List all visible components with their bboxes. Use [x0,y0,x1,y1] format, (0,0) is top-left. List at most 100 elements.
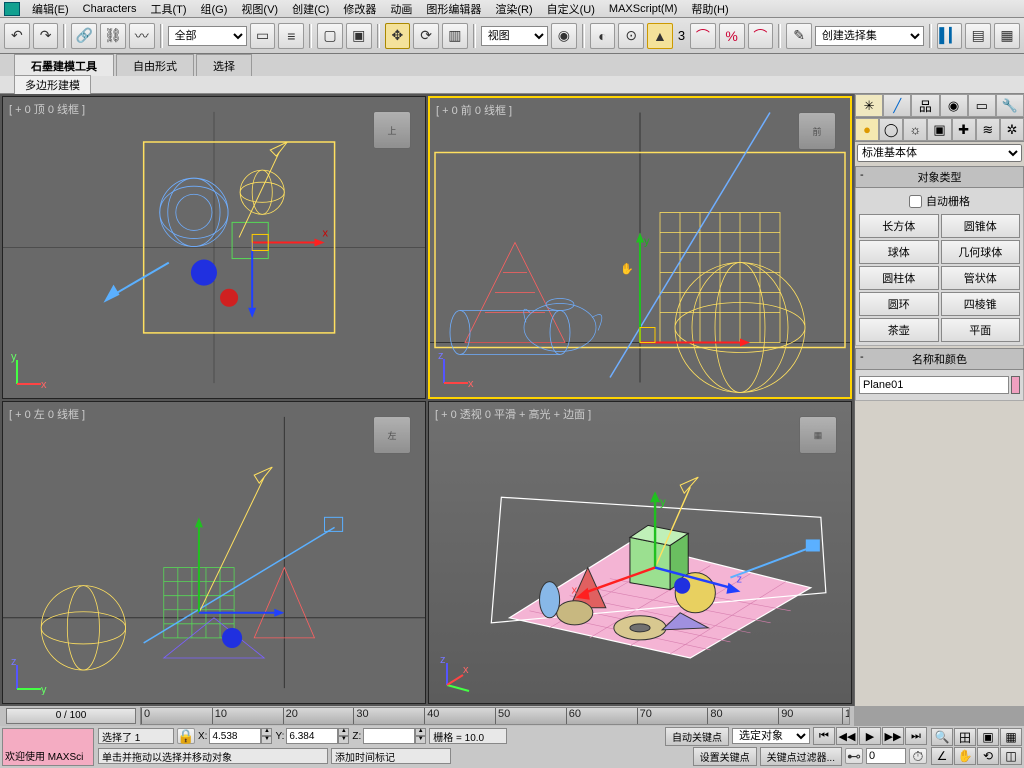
menu-grapheditor[interactable]: 图形编辑器 [420,0,487,18]
subtab-polymodel[interactable]: 多边形建模 [14,75,91,95]
cat-cameras-icon[interactable]: ▣ [927,118,951,141]
select-object-button[interactable]: ▭ [250,23,276,49]
maxscript-mini-listener[interactable]: 欢迎使用 MAXSci [2,728,94,766]
time-slider-handle[interactable]: 0 / 100 [6,708,136,724]
redo-button[interactable]: ↷ [33,23,59,49]
zoom-extents-all-icon[interactable]: ▦ [1000,728,1022,746]
tab-freeform[interactable]: 自由形式 [116,54,194,76]
menu-view[interactable]: 视图(V) [235,0,284,18]
zoom-extents-icon[interactable]: ▣ [977,728,999,746]
prim-sphere-button[interactable]: 球体 [859,240,939,264]
window-crossing-button[interactable]: ▣ [346,23,372,49]
play-button[interactable]: ▶ [859,727,881,745]
mirror-button[interactable]: ▌▎ [937,23,963,49]
menu-characters[interactable]: Characters [77,2,143,16]
keymode-button[interactable]: ⊙ [618,23,644,49]
object-color-swatch[interactable] [1011,376,1020,394]
prim-torus-button[interactable]: 圆环 [859,292,939,316]
tab-selection[interactable]: 选择 [196,54,252,76]
rect-select-button[interactable]: ▢ [317,23,343,49]
prim-plane-button[interactable]: 平面 [941,318,1021,342]
tab-create-icon[interactable]: ✳ [855,94,883,117]
prim-cone-button[interactable]: 圆锥体 [941,214,1021,238]
viewcube-persp-icon[interactable]: ▦ [799,416,837,454]
cat-spacewarps-icon[interactable]: ≋ [976,118,1000,141]
lock-selection-icon[interactable]: 🔒 [177,728,195,744]
menu-create[interactable]: 创建(C) [286,0,335,18]
tab-utilities-icon[interactable]: 🔧 [996,94,1024,117]
selection-filter-combo[interactable]: 全部 [168,26,247,46]
viewport-top[interactable]: [ + 0 顶 0 线框 ] 上 x [2,96,426,399]
undo-button[interactable]: ↶ [4,23,30,49]
tab-graphite[interactable]: 石墨建模工具 [14,54,114,76]
setkey-button[interactable]: 设置关键点 [693,747,757,766]
fov-icon[interactable]: ∠ [931,747,953,765]
key-target-combo[interactable]: 选定对象 [732,728,810,744]
viewport-front[interactable]: [ + 0 前 0 线框 ] 前 [428,96,852,399]
primitive-category-combo[interactable]: 标准基本体 [857,144,1022,162]
menu-edit[interactable]: 编辑(E) [26,0,75,18]
menu-customize[interactable]: 自定义(U) [541,0,601,18]
tab-display-icon[interactable]: ▭ [968,94,996,117]
rollout-object-type[interactable]: -对象类型 [855,166,1024,188]
select-by-name-button[interactable]: ≡ [278,23,304,49]
prim-tube-button[interactable]: 管状体 [941,266,1021,290]
autokey-button[interactable]: 自动关键点 [665,727,729,746]
percent-snap-button[interactable]: % [719,23,745,49]
maximize-viewport-icon[interactable]: ◫ [1000,747,1022,765]
transform-z-field[interactable] [363,728,415,744]
goto-start-button[interactable]: ⏮ [813,727,835,745]
time-config-icon[interactable]: ⏱ [909,748,927,764]
transform-x-field[interactable] [209,728,261,744]
menu-render[interactable]: 渲染(R) [489,0,538,18]
rollout-name-color[interactable]: -名称和颜色 [855,348,1024,370]
object-name-field[interactable] [859,376,1009,394]
align-button[interactable]: ▤ [965,23,991,49]
ref-coord-combo[interactable]: 视图 [481,26,548,46]
menu-tools[interactable]: 工具(T) [144,0,192,18]
menu-modifiers[interactable]: 修改器 [337,0,382,18]
layers-button[interactable]: ▦ [994,23,1020,49]
zoom-icon[interactable]: 🔍 [931,728,953,746]
rotate-button[interactable]: ⟳ [413,23,439,49]
prim-pyramid-button[interactable]: 四棱锥 [941,292,1021,316]
tab-motion-icon[interactable]: ◉ [940,94,968,117]
named-sel-edit-button[interactable]: ✎ [786,23,812,49]
keyfilters-button[interactable]: 关键点过滤器... [760,747,842,766]
orbit-icon[interactable]: ⟲ [977,747,999,765]
transform-y-field[interactable] [286,728,338,744]
cat-geometry-icon[interactable]: ● [855,118,879,141]
timeline[interactable]: 0 / 100 0 10 20 30 40 50 60 70 80 90 100 [0,706,854,726]
cat-systems-icon[interactable]: ✲ [1000,118,1024,141]
angle-snap-button[interactable]: ⌒ [690,23,716,49]
move-button[interactable]: ✥ [385,23,411,49]
zoom-all-icon[interactable]: 田 [954,728,976,746]
menu-group[interactable]: 组(G) [195,0,234,18]
cat-lights-icon[interactable]: ☼ [903,118,927,141]
manipulate-button[interactable]: ◐ [590,23,616,49]
menu-animation[interactable]: 动画 [384,0,418,18]
snap-toggle-button[interactable]: ▲ [647,23,673,49]
viewcube-left-icon[interactable]: 左 [373,416,411,454]
cat-shapes-icon[interactable]: ◯ [879,118,903,141]
next-frame-button[interactable]: ▶▶ [882,727,904,745]
bind-button[interactable]: 〰 [129,23,155,49]
link-button[interactable]: 🔗 [71,23,97,49]
tab-modify-icon[interactable]: ╱ [883,94,911,117]
menu-maxscript[interactable]: MAXScript(M) [603,2,683,16]
key-mode-icon[interactable]: ⊷ [845,748,863,764]
autogrid-checkbox[interactable] [909,195,922,208]
time-ruler[interactable]: 0 10 20 30 40 50 60 70 80 90 100 [140,707,850,725]
unlink-button[interactable]: ⛓ [100,23,126,49]
goto-end-button[interactable]: ⏭ [905,727,927,745]
viewport-perspective[interactable]: [ + 0 透视 0 平滑 + 高光 + 边面 ] ▦ [428,401,852,704]
viewport-left[interactable]: [ + 0 左 0 线框 ] 左 yz [2,401,426,704]
time-tag-field[interactable]: 添加时间标记 [331,748,451,764]
tab-hierarchy-icon[interactable]: 品 [911,94,939,117]
viewcube-top-icon[interactable]: 上 [373,111,411,149]
scale-button[interactable]: ▥ [442,23,468,49]
prim-box-button[interactable]: 长方体 [859,214,939,238]
prev-frame-button[interactable]: ◀◀ [836,727,858,745]
cat-helpers-icon[interactable]: ✚ [952,118,976,141]
named-selection-combo[interactable]: 创建选择集 [815,26,924,46]
